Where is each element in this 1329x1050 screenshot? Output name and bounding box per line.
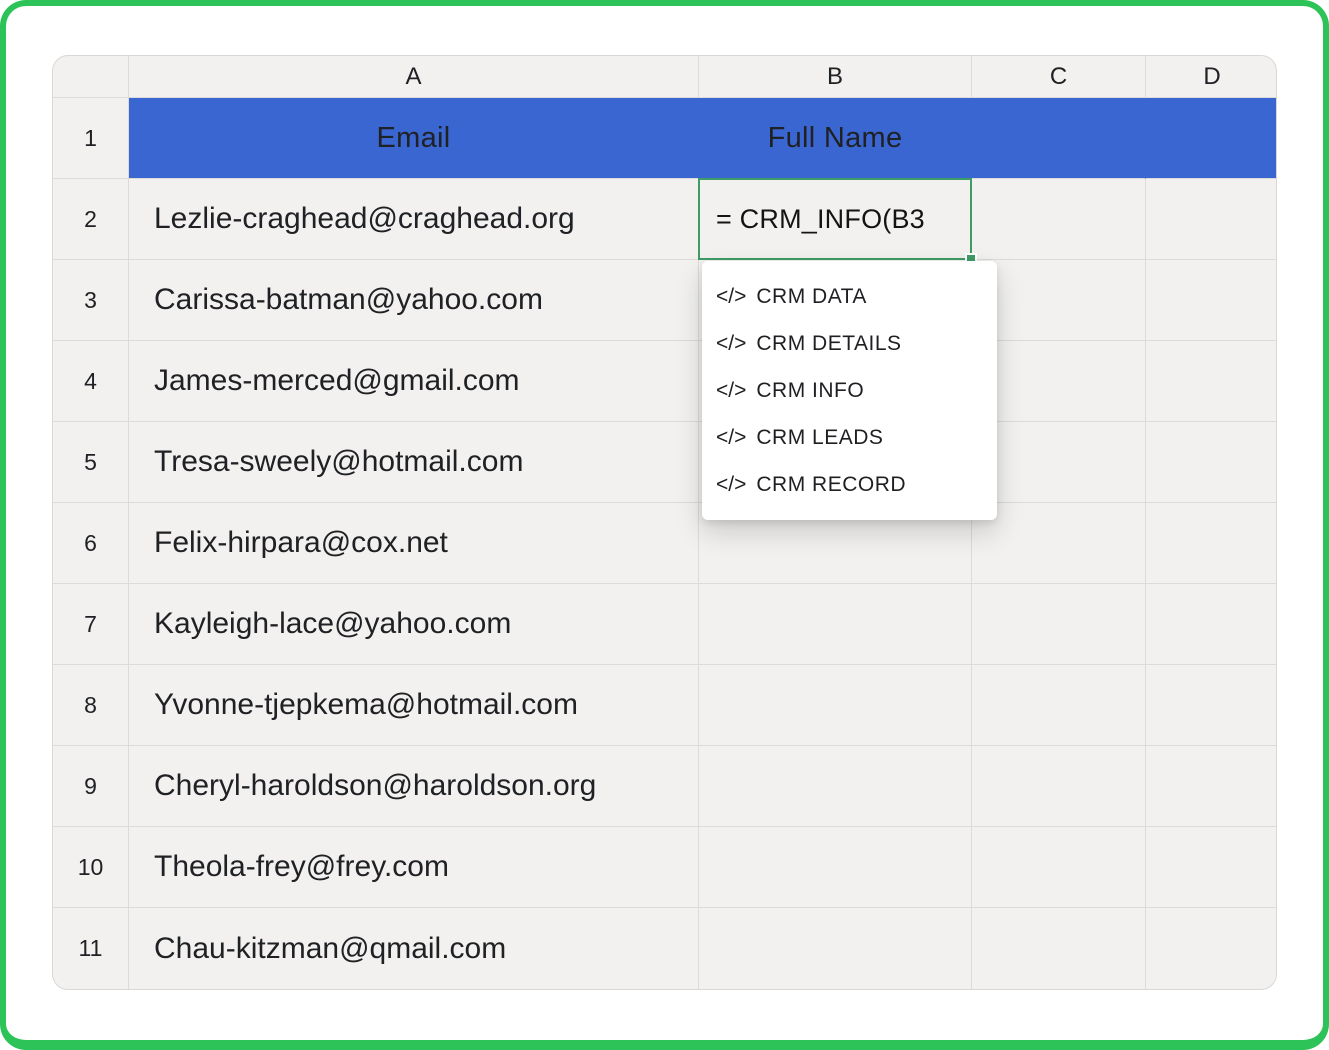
cell-d4[interactable] <box>1146 341 1277 422</box>
column-header-b[interactable]: B <box>699 56 972 98</box>
row-header-3[interactable]: 3 <box>53 260 129 341</box>
cell-c11[interactable] <box>972 908 1146 989</box>
row-header-10[interactable]: 10 <box>53 827 129 908</box>
formula-suggestions-dropdown: </> CRM DATA </> CRM DETAILS </> CRM INF… <box>702 261 997 520</box>
cell-b9[interactable] <box>699 746 972 827</box>
cell-c7[interactable] <box>972 584 1146 665</box>
cell-b10[interactable] <box>699 827 972 908</box>
cell-d8[interactable] <box>1146 665 1277 746</box>
row-header-7[interactable]: 7 <box>53 584 129 665</box>
row-header-6[interactable]: 6 <box>53 503 129 584</box>
cell-d2[interactable] <box>1146 179 1277 260</box>
column-header-d[interactable]: D <box>1146 56 1277 98</box>
cell-c6[interactable] <box>972 503 1146 584</box>
row-header-8[interactable]: 8 <box>53 665 129 746</box>
cell-a3-email[interactable]: Carissa-batman@yahoo.com <box>129 260 699 341</box>
spreadsheet: A B C D 1 Email Full Name 2 Lezlie-cragh… <box>52 55 1277 990</box>
cell-c1[interactable] <box>972 98 1146 179</box>
suggestion-label: CRM LEADS <box>756 426 883 450</box>
cell-d9[interactable] <box>1146 746 1277 827</box>
cell-b1-full-name-header[interactable]: Full Name <box>699 98 972 179</box>
suggestion-label: CRM DATA <box>756 285 867 309</box>
cell-c2[interactable] <box>972 179 1146 260</box>
code-icon: </> <box>716 332 746 356</box>
row-header-1[interactable]: 1 <box>53 98 129 179</box>
cell-c5[interactable] <box>972 422 1146 503</box>
cell-a4-email[interactable]: James-merced@gmail.com <box>129 341 699 422</box>
code-icon: </> <box>716 379 746 403</box>
column-header-a[interactable]: A <box>129 56 699 98</box>
cell-c9[interactable] <box>972 746 1146 827</box>
row-header-2[interactable]: 2 <box>53 179 129 260</box>
suggestion-crm-data[interactable]: </> CRM DATA <box>702 273 997 320</box>
cell-d7[interactable] <box>1146 584 1277 665</box>
cell-b8[interactable] <box>699 665 972 746</box>
cell-a5-email[interactable]: Tresa-sweely@hotmail.com <box>129 422 699 503</box>
corner-cell[interactable] <box>53 56 129 98</box>
cell-c10[interactable] <box>972 827 1146 908</box>
cell-a7-email[interactable]: Kayleigh-lace@yahoo.com <box>129 584 699 665</box>
cell-a2-email[interactable]: Lezlie-craghead@craghead.org <box>129 179 699 260</box>
row-header-9[interactable]: 9 <box>53 746 129 827</box>
row-header-4[interactable]: 4 <box>53 341 129 422</box>
suggestion-crm-info[interactable]: </> CRM INFO <box>702 367 997 414</box>
cell-b7[interactable] <box>699 584 972 665</box>
code-icon: </> <box>716 426 746 450</box>
suggestion-crm-details[interactable]: </> CRM DETAILS <box>702 320 997 367</box>
suggestion-label: CRM INFO <box>756 379 864 403</box>
row-header-11[interactable]: 11 <box>53 908 129 989</box>
cell-d11[interactable] <box>1146 908 1277 989</box>
cell-a8-email[interactable]: Yvonne-tjepkema@hotmail.com <box>129 665 699 746</box>
cell-a1-email-header[interactable]: Email <box>129 98 699 179</box>
cell-b11[interactable] <box>699 908 972 989</box>
cell-c8[interactable] <box>972 665 1146 746</box>
cell-a11-email[interactable]: Chau-kitzman@qmail.com <box>129 908 699 989</box>
code-icon: </> <box>716 473 746 497</box>
cell-c3[interactable] <box>972 260 1146 341</box>
active-cell-b2[interactable]: = CRM_INFO(B3 <box>698 178 972 260</box>
formula-text: = CRM_INFO(B3 <box>716 204 925 235</box>
cell-a10-email[interactable]: Theola-frey@frey.com <box>129 827 699 908</box>
cell-d1[interactable] <box>1146 98 1277 179</box>
suggestion-crm-record[interactable]: </> CRM RECORD <box>702 461 997 508</box>
code-icon: </> <box>716 285 746 309</box>
spreadsheet-grid: A B C D 1 Email Full Name 2 Lezlie-cragh… <box>52 55 1277 990</box>
cell-d10[interactable] <box>1146 827 1277 908</box>
column-header-c[interactable]: C <box>972 56 1146 98</box>
cell-a9-email[interactable]: Cheryl-haroldson@haroldson.org <box>129 746 699 827</box>
cell-c4[interactable] <box>972 341 1146 422</box>
suggestion-label: CRM RECORD <box>756 473 906 497</box>
cell-d6[interactable] <box>1146 503 1277 584</box>
cell-d3[interactable] <box>1146 260 1277 341</box>
row-header-5[interactable]: 5 <box>53 422 129 503</box>
cell-d5[interactable] <box>1146 422 1277 503</box>
suggestion-crm-leads[interactable]: </> CRM LEADS <box>702 414 997 461</box>
cell-a6-email[interactable]: Felix-hirpara@cox.net <box>129 503 699 584</box>
suggestion-label: CRM DETAILS <box>756 332 901 356</box>
